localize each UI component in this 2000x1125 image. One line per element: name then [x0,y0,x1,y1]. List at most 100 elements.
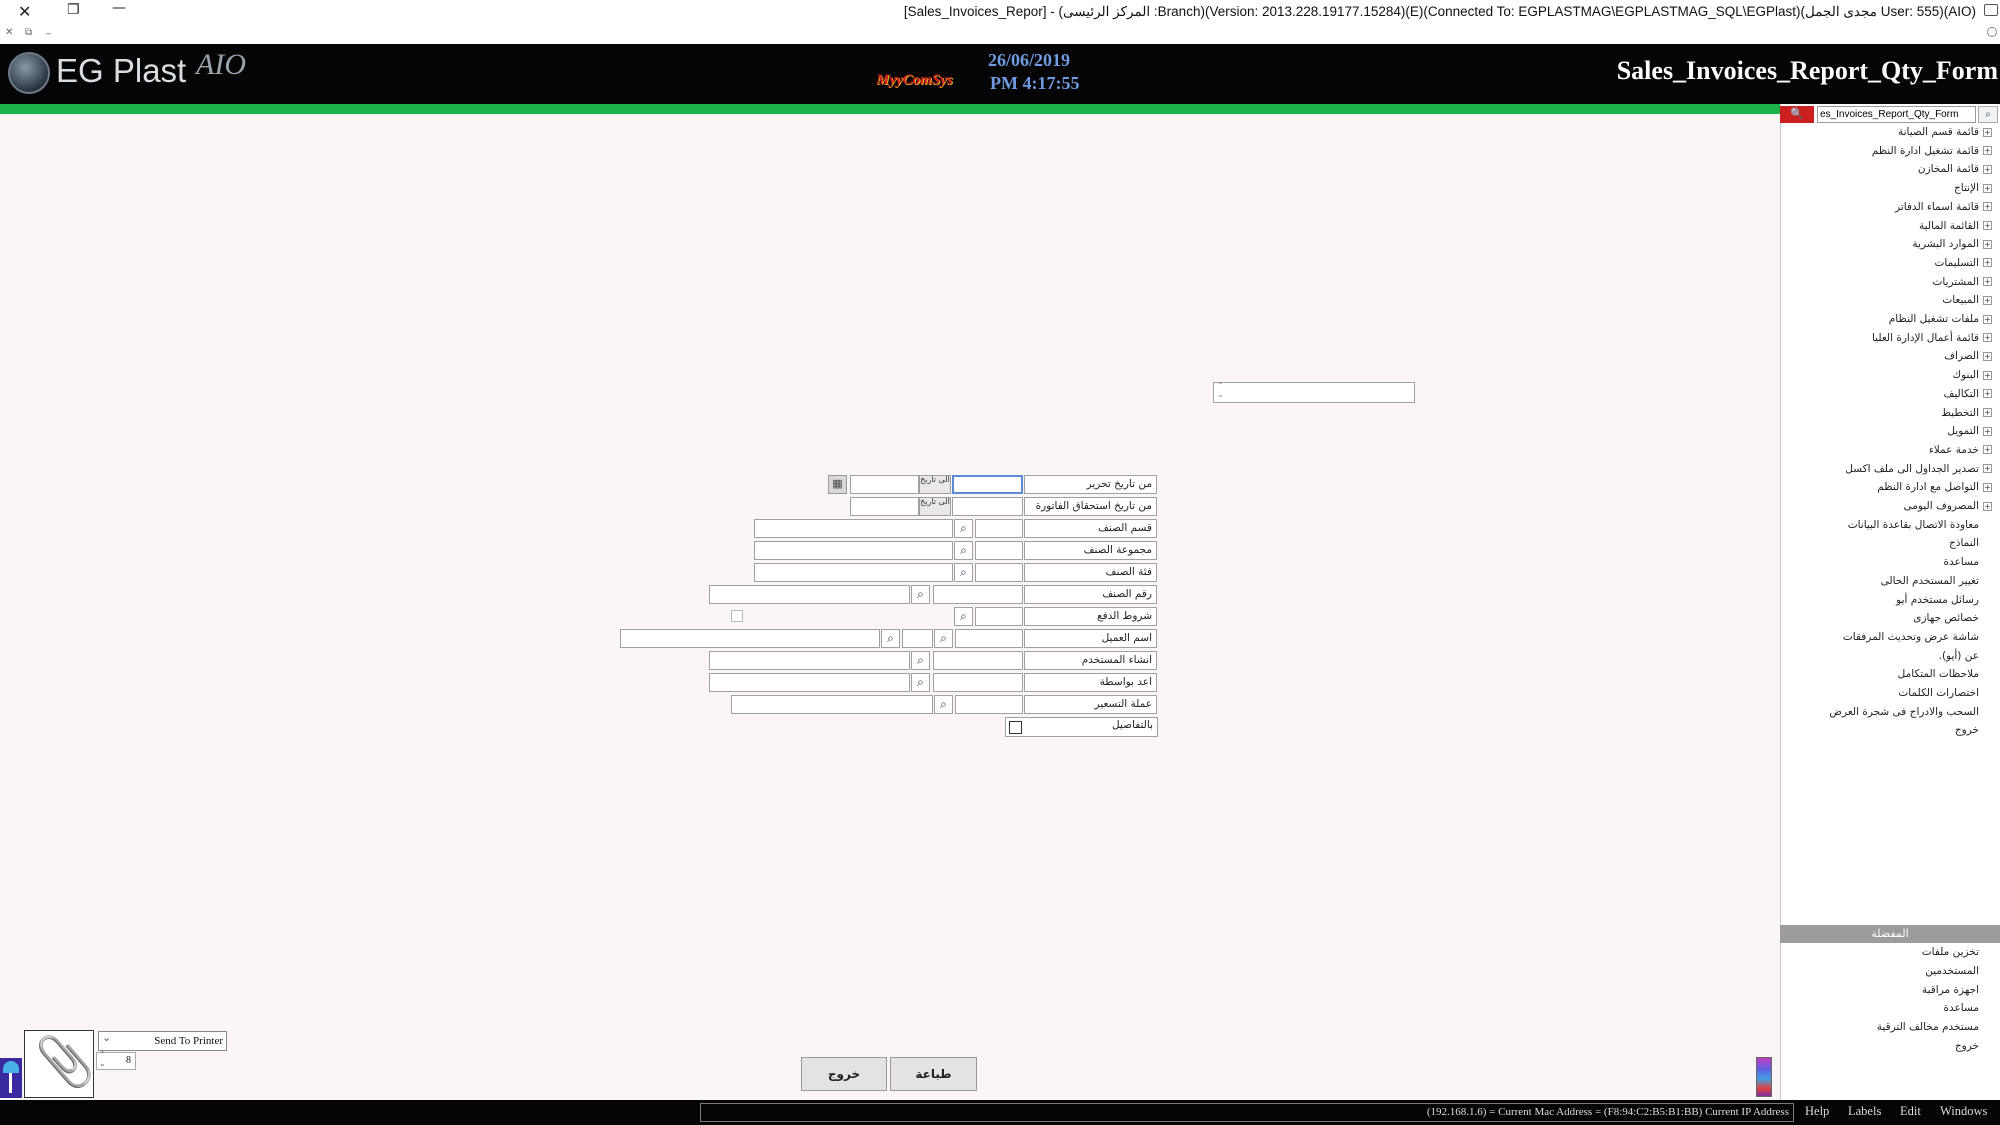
favorite-item[interactable]: المستخدمين [1925,965,1992,983]
to-due-date-input[interactable] [850,497,919,516]
tree-item[interactable]: + البنوك [1952,369,1992,387]
customer-lookup-icon[interactable]: ⌕ [934,629,953,648]
payment-terms-checkbox[interactable] [731,610,743,622]
expand-icon[interactable]: + [1983,482,1992,492]
tree-item[interactable]: + التسليمات [1935,257,1992,275]
sidebar-search-input[interactable]: es_Invoices_Report_Qty_Form [1817,106,1976,123]
expand-icon[interactable]: + [1983,202,1992,212]
expand-icon[interactable]: + [1983,408,1992,417]
tree-item[interactable]: معاودة الاتصال بقاعدة البيانات [1848,519,1992,537]
tree-item[interactable]: + قائمة تشغيل ادارة النظم [1872,145,1992,163]
favorite-item[interactable]: خروج [1955,1040,1992,1058]
expand-icon[interactable]: + [1983,221,1992,230]
item-category-name-input[interactable] [754,563,953,582]
tree-item[interactable]: النماذج [1949,537,1992,555]
tree-item[interactable]: رسائل مستخدم أيو [1896,594,1992,612]
item-group-lookup-icon[interactable]: ⌕ [954,541,973,560]
tree-item[interactable]: + قائمة قسم الصيانة [1898,126,1992,144]
customer-name-input[interactable] [620,629,880,648]
prepared-by-lookup-icon[interactable]: ⌕ [911,673,930,692]
side-tab[interactable] [0,1058,22,1098]
tree-item[interactable]: + خدمة عملاء [1929,444,1992,462]
tree-item[interactable]: عن (أيو). [1939,650,1992,668]
customer-name-lookup-icon[interactable]: ⌕ [881,629,900,648]
created-by-name-input[interactable] [709,651,910,670]
calendar-icon[interactable]: ▦ [828,475,847,494]
prepared-by-name-input[interactable] [709,673,910,692]
menu-labels[interactable]: Labels [1848,1104,1881,1119]
payment-terms-code-input[interactable] [975,607,1023,626]
tree-item[interactable]: خروج [1955,724,1992,742]
customer-code-input[interactable] [955,629,1023,648]
favorite-item[interactable]: تخزين ملفات [1922,946,1992,964]
printer-select[interactable]: ⌄ Send To Printer [98,1031,227,1051]
sidebar-search-button[interactable]: 🔍 [1780,106,1814,123]
copies-up-icon[interactable]: ⌃ [99,1050,106,1059]
tree-item[interactable]: + التمويل [1947,425,1992,443]
tree-item[interactable]: + التكاليف [1943,388,1992,406]
mdi-restore-icon[interactable]: ⧉ [25,27,32,38]
mdi-close-icon[interactable]: ✕ [5,27,13,38]
expand-icon[interactable]: + [1983,127,1992,137]
created-by-code-input[interactable] [933,651,1023,670]
expand-icon[interactable]: + [1983,501,1992,511]
exit-button[interactable]: خروج [801,1057,887,1091]
restore-window-icon[interactable]: ❐ [67,2,80,18]
expand-icon[interactable]: + [1983,295,1992,305]
expand-icon[interactable]: + [1983,277,1992,287]
tree-item[interactable]: شاشة عرض وتحديث المرفقات [1843,631,1992,649]
expand-icon[interactable]: + [1983,258,1992,268]
pricing-currency-code-input[interactable] [955,695,1023,714]
to-invoice-date-input[interactable] [850,475,919,494]
payment-terms-lookup-icon[interactable]: ⌕ [954,607,973,626]
item-number-code-input[interactable] [933,585,1023,604]
item-group-code-input[interactable] [975,541,1023,560]
expand-icon[interactable]: + [1983,183,1992,193]
copies-down-icon[interactable]: ⌄ [99,1059,106,1068]
tree-item[interactable]: السحب والادراج فى شجرة العرض [1829,706,1992,724]
tree-item[interactable]: + قائمة أعمال الإدارة العليا [1872,332,1992,350]
expand-icon[interactable]: + [1983,426,1992,436]
mdi-minimize-icon[interactable]: _ [46,24,51,35]
tree-item[interactable]: + التخطيط [1941,407,1992,425]
tree-item[interactable]: + المشتريات [1932,276,1992,294]
with-details-row[interactable]: بالتفاصيل [1005,717,1158,737]
to-due-date-button[interactable]: الى تاريخ [919,497,951,516]
expand-icon[interactable]: + [1983,314,1992,324]
to-date-button[interactable]: الى تاريخ [919,475,951,494]
pricing-currency-name-input[interactable] [731,695,933,714]
favorite-item[interactable]: اجهزة مراقبة [1922,984,1992,1002]
from-invoice-date-input[interactable] [952,475,1023,494]
gear-icon[interactable] [1987,27,1997,37]
expand-icon[interactable]: + [1983,164,1992,174]
expand-icon[interactable]: + [1983,389,1992,399]
expand-icon[interactable]: + [1983,351,1992,361]
item-number-lookup-icon[interactable]: ⌕ [911,585,930,604]
spinner-up-icon[interactable]: ⌃ [1217,381,1224,390]
tree-item[interactable]: + قائمة المخازن [1918,163,1992,181]
tree-item[interactable]: + الموارد البشرية [1912,238,1992,256]
created-by-lookup-icon[interactable]: ⌕ [911,651,930,670]
tree-item[interactable]: تغيير المستخدم الحالى [1881,575,1992,593]
from-due-date-input[interactable] [952,497,1023,516]
expand-icon[interactable]: + [1983,445,1992,455]
tree-item[interactable]: + الإنتاج [1954,182,1992,200]
tree-item[interactable]: مساعدة [1944,556,1992,574]
color-palette-icon[interactable] [1756,1057,1772,1097]
favorite-item[interactable]: مساعدة [1944,1002,1992,1020]
copies-stepper[interactable]: ⌃ ⌄ 8 [96,1050,136,1070]
tree-item[interactable]: + التواصل مع ادارة النظم [1877,481,1992,499]
tree-item[interactable]: + الصراف [1944,350,1992,368]
minimize-window-icon[interactable]: — [112,0,126,16]
attachment-button[interactable]: 📎 [24,1030,95,1098]
close-window-icon[interactable]: ✕ [18,2,31,21]
item-section-code-input[interactable] [975,519,1023,538]
expand-icon[interactable]: + [1983,464,1992,474]
tree-item[interactable]: + القائمة المالية [1919,220,1992,238]
tree-item[interactable]: اختصارات الكلمات [1898,687,1992,705]
expand-icon[interactable]: + [1983,333,1992,343]
favorite-item[interactable]: مستخدم مخالف الترقية [1877,1021,1992,1039]
item-section-name-input[interactable] [754,519,953,538]
tree-item[interactable]: + تصدير الجداول الى ملف اكسل [1845,463,1992,481]
spinner-down-icon[interactable]: ⌄ [1217,390,1224,399]
